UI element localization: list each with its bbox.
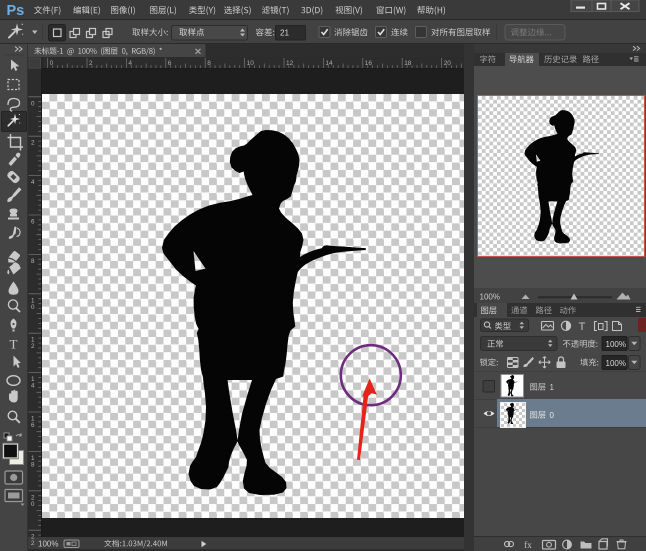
svg-text:2: 2 <box>31 343 35 350</box>
svg-text:2: 2 <box>89 60 93 67</box>
svg-text:100%: 100% <box>480 292 500 301</box>
svg-text:T: T <box>10 337 18 352</box>
svg-text:8: 8 <box>31 461 35 468</box>
svg-text:14: 14 <box>325 60 333 67</box>
svg-text:0: 0 <box>31 304 35 311</box>
svg-text:100%: 100% <box>606 340 626 349</box>
svg-text:2: 2 <box>31 540 35 547</box>
svg-text:1: 1 <box>550 383 555 392</box>
svg-text:4: 4 <box>31 179 35 186</box>
svg-text:8: 8 <box>31 258 35 265</box>
svg-text:4: 4 <box>31 383 35 390</box>
svg-text:fx: fx <box>524 540 532 551</box>
svg-text:18: 18 <box>404 60 412 67</box>
svg-text:2: 2 <box>31 140 35 147</box>
svg-text:100%: 100% <box>38 539 58 548</box>
svg-text:16: 16 <box>365 60 373 67</box>
svg-text:T: T <box>579 321 586 333</box>
svg-text:4: 4 <box>128 60 132 67</box>
svg-text:0: 0 <box>31 501 35 508</box>
svg-text:21: 21 <box>280 28 290 37</box>
svg-text:0: 0 <box>50 60 54 67</box>
svg-text:Ps: Ps <box>7 3 25 19</box>
svg-text:10: 10 <box>247 60 255 67</box>
svg-text:8: 8 <box>207 60 211 67</box>
svg-text:12: 12 <box>286 60 294 67</box>
svg-text:6: 6 <box>31 422 35 429</box>
svg-text:6: 6 <box>168 60 172 67</box>
svg-text:0: 0 <box>31 100 35 107</box>
svg-text:6: 6 <box>31 219 35 226</box>
svg-text:100%: 100% <box>606 359 626 368</box>
svg-text:20: 20 <box>444 60 452 67</box>
svg-text:0: 0 <box>550 411 555 420</box>
